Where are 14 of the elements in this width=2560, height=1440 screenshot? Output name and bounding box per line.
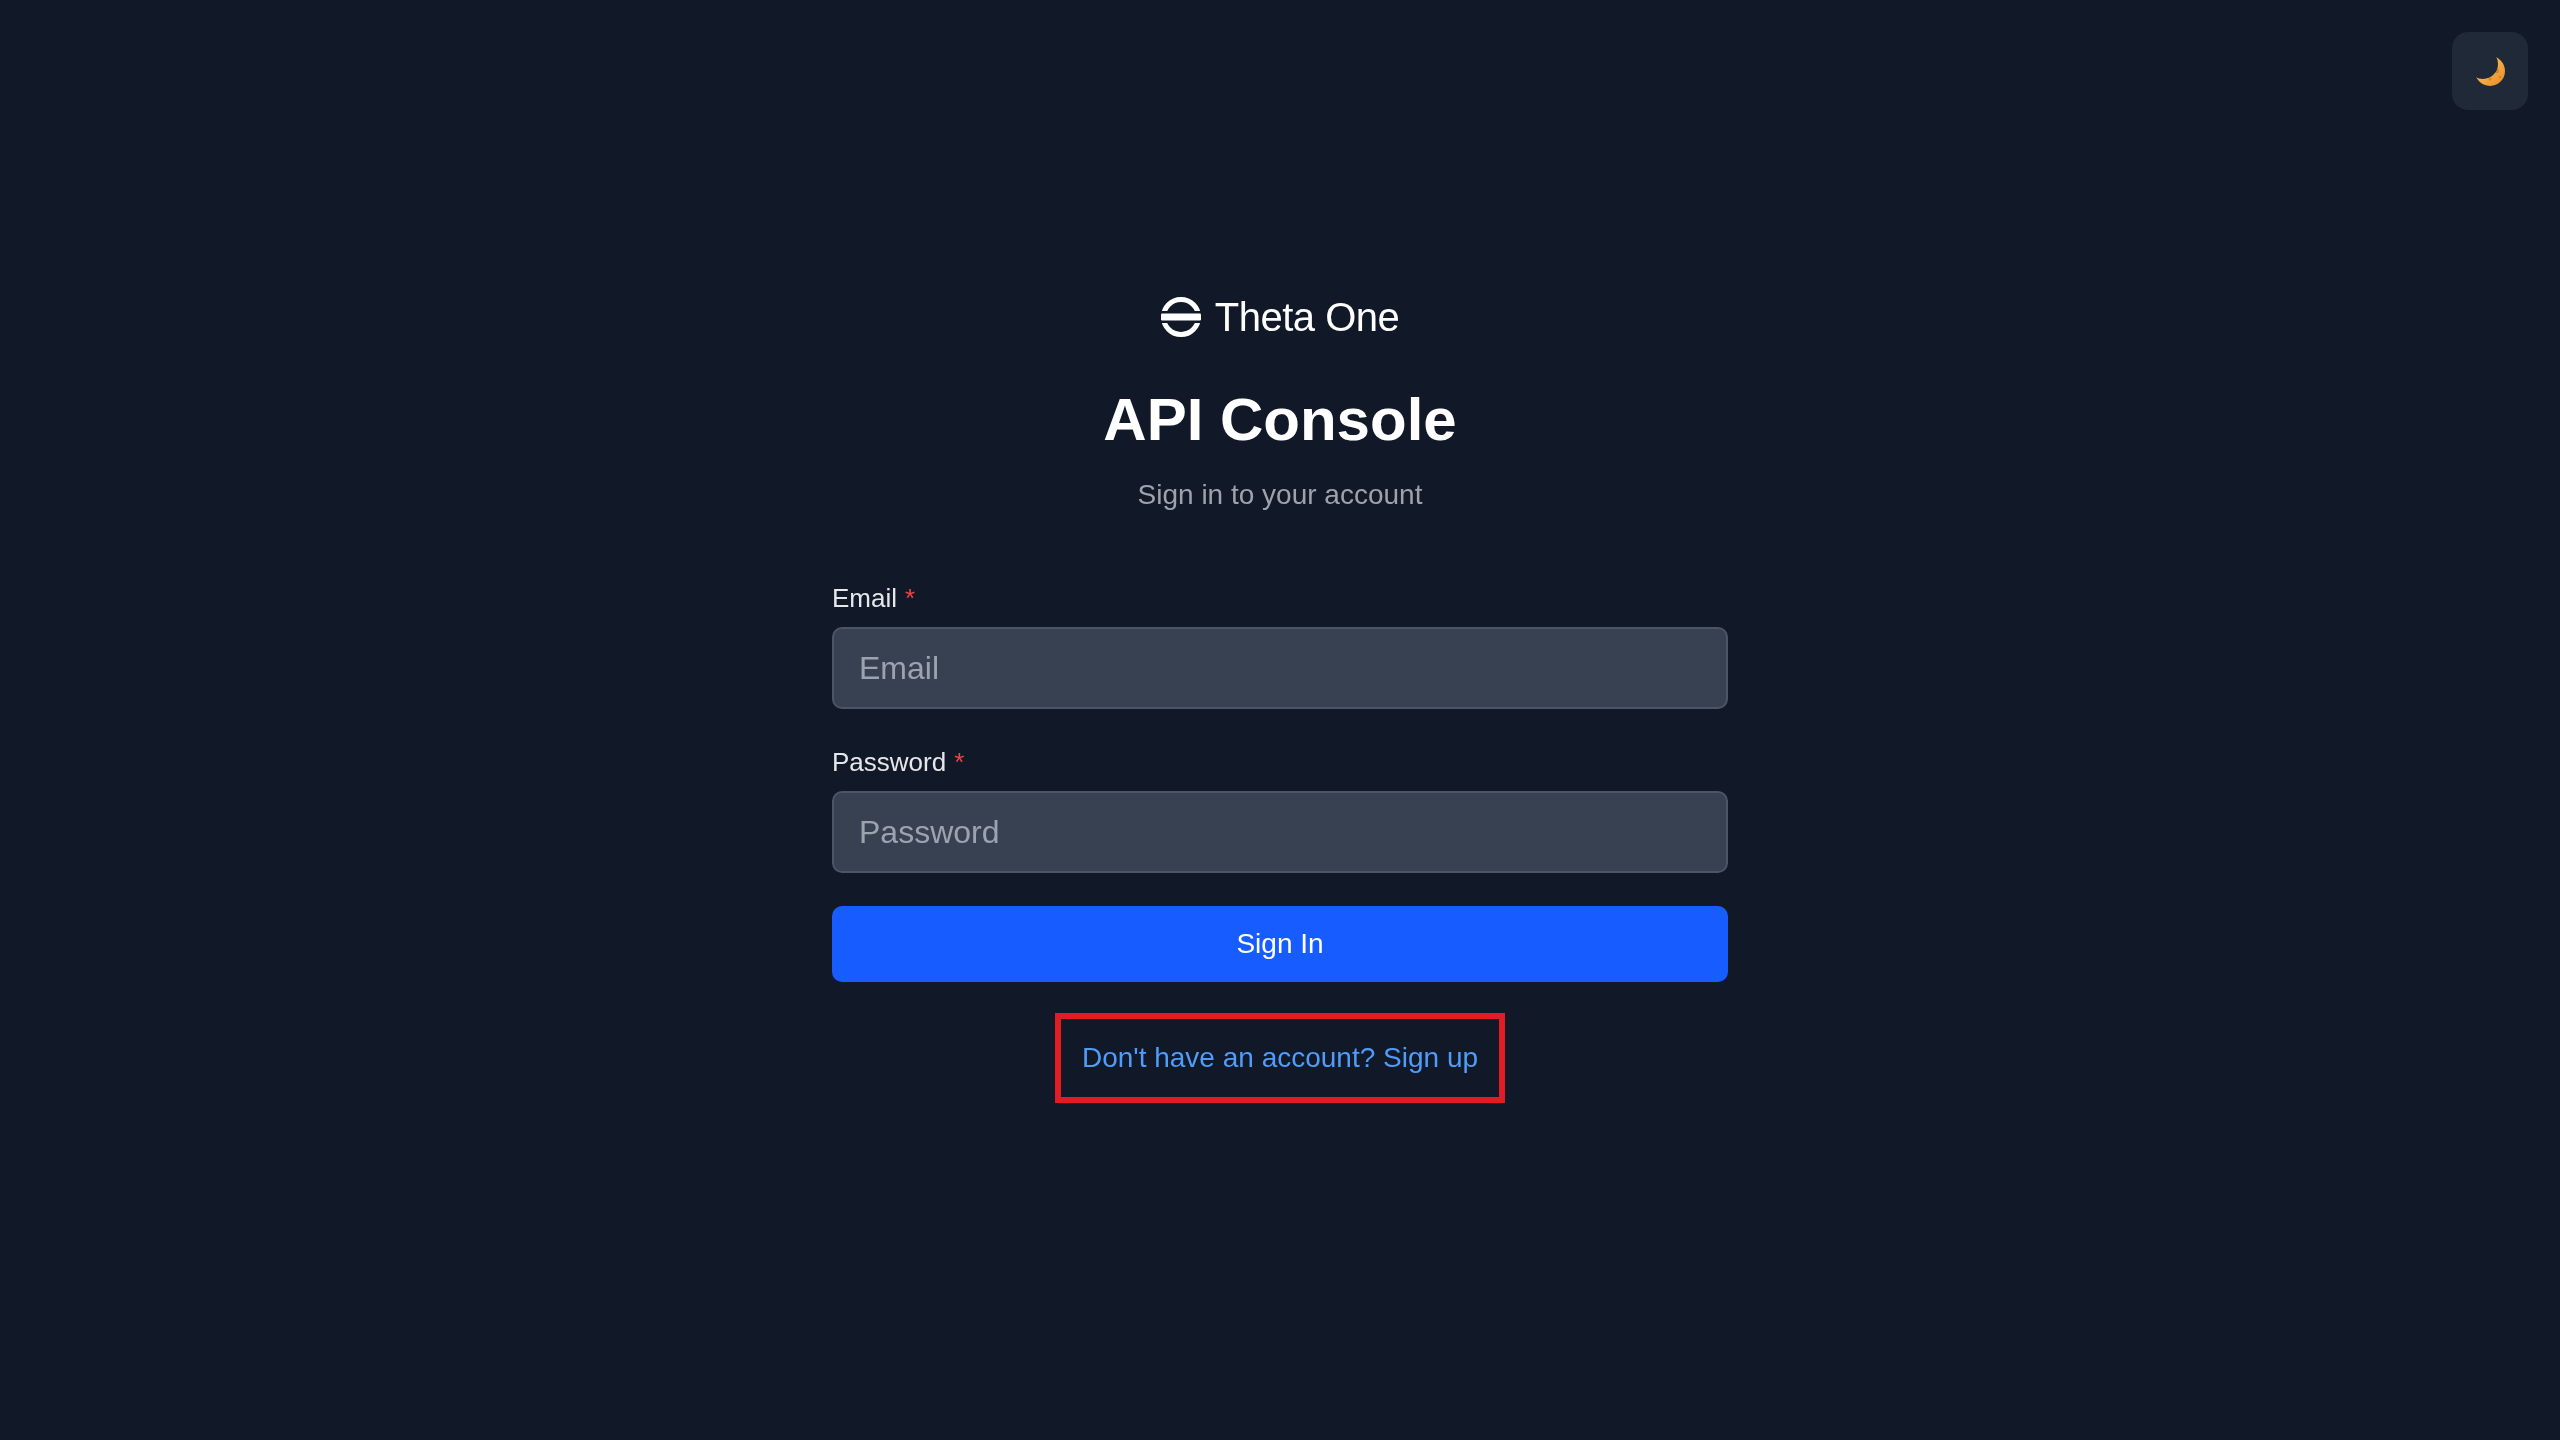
required-mark: * [954,749,965,775]
moon-icon [2475,56,2505,86]
page-title: API Console [1103,390,1457,450]
sign-in-button[interactable]: Sign In [832,906,1728,982]
theme-toggle-button[interactable] [2452,32,2528,110]
field-label: Email [832,585,897,611]
required-mark: * [905,585,916,611]
sign-up-link[interactable]: Don't have an account? Sign up [1081,1044,1479,1072]
input-field[interactable]: Email [832,627,1728,709]
theta-logo-icon [1160,297,1201,337]
brand-name: Theta One [1214,297,1400,337]
page-subtitle: Sign in to your account [1137,481,1423,509]
input-field[interactable]: Password [832,791,1728,873]
field-label: Password [832,749,947,775]
